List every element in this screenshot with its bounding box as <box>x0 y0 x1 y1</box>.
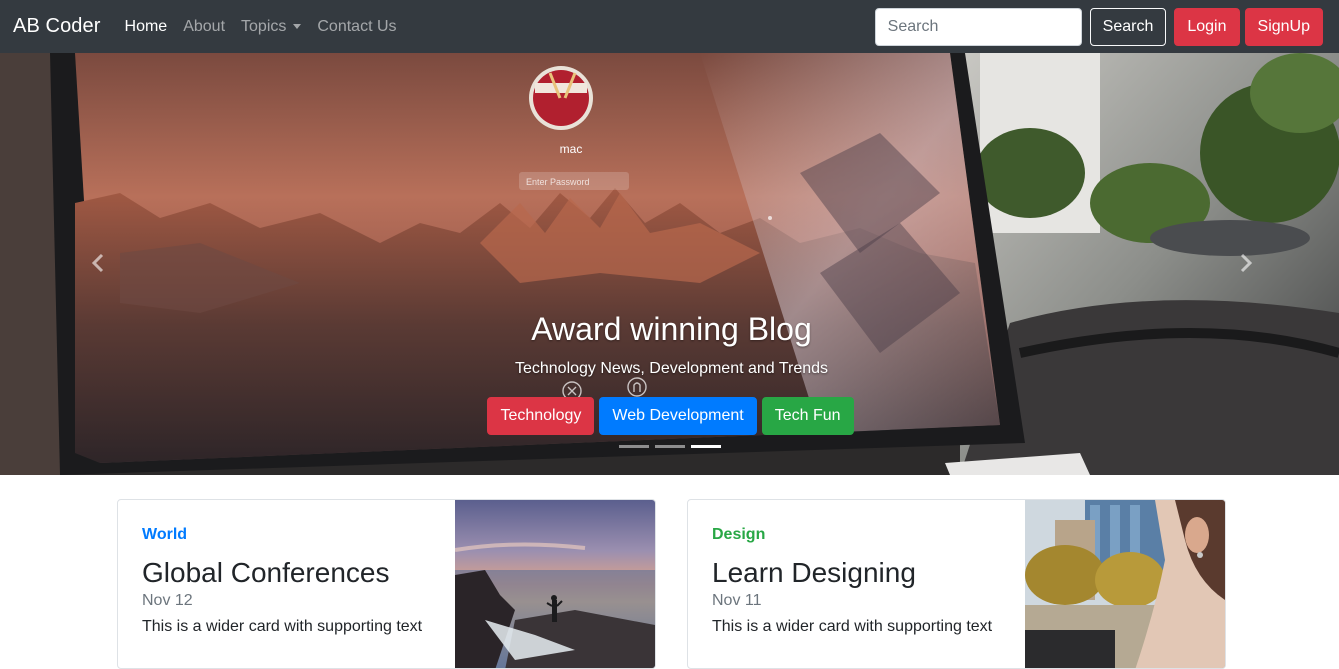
card-body: Design Learn Designing Nov 11 This is a … <box>712 526 992 636</box>
signup-button[interactable]: SignUp <box>1244 7 1323 46</box>
card-body: World Global Conferences Nov 12 This is … <box>142 526 422 636</box>
carousel-caption-buttons: Technology Web Development Tech Fun <box>0 397 1339 435</box>
screen-password-placeholder: Enter Password <box>526 177 590 187</box>
carousel-next-icon[interactable] <box>1233 251 1257 275</box>
tech-fun-button[interactable]: Tech Fun <box>761 397 854 435</box>
card-title: Global Conferences <box>142 557 390 588</box>
card-thumbnail <box>1025 500 1225 668</box>
carousel-indicator-1[interactable] <box>618 445 649 448</box>
nav-dropdown-topics[interactable]: Topics <box>233 18 309 36</box>
screen-username: mac <box>560 142 583 156</box>
card-thumbnail <box>455 500 655 668</box>
technology-button[interactable]: Technology <box>487 397 595 435</box>
hero-carousel: mac Enter Password Award winning Blog Te… <box>0 53 1339 475</box>
carousel-indicator-3[interactable] <box>690 445 721 448</box>
carousel-caption-subtitle: Technology News, Development and Trends <box>514 360 829 377</box>
nav-link-contact[interactable]: Contact Us <box>309 18 404 36</box>
card-date: Nov 11 <box>712 591 762 609</box>
login-button[interactable]: Login <box>1174 7 1240 46</box>
carousel-prev-icon[interactable] <box>87 251 111 275</box>
carousel-caption-title: Award winning Blog <box>531 311 812 347</box>
nav-link-about[interactable]: About <box>175 18 233 36</box>
card-title: Learn Designing <box>712 557 916 588</box>
nav-link-home[interactable]: Home <box>117 18 176 36</box>
nav-dropdown-topics-label: Topics <box>241 17 287 35</box>
carousel-indicator-2[interactable] <box>654 445 685 448</box>
nav-links: Home About Topics Contact Us <box>117 18 405 36</box>
web-development-button[interactable]: Web Development <box>599 397 757 435</box>
card-text: This is a wider card with supporting tex… <box>712 617 993 635</box>
card-text: This is a wider card with supporting tex… <box>142 617 423 635</box>
search-input[interactable] <box>874 7 1082 46</box>
article-card: Design Learn Designing Nov 11 This is a … <box>687 499 1226 669</box>
caret-down-icon <box>293 24 302 29</box>
card-category: World <box>142 526 188 543</box>
search-button[interactable]: Search <box>1089 7 1167 46</box>
card-category: Design <box>712 526 766 543</box>
brand-logo[interactable]: AB Coder <box>13 15 101 38</box>
article-card: World Global Conferences Nov 12 This is … <box>117 499 656 669</box>
nav-search-form: Search Login SignUp <box>874 7 1323 46</box>
carousel-indicators <box>0 445 1339 448</box>
navbar: AB Coder Home About Topics Contact Us Se… <box>0 0 1339 53</box>
card-date: Nov 12 <box>142 591 193 609</box>
